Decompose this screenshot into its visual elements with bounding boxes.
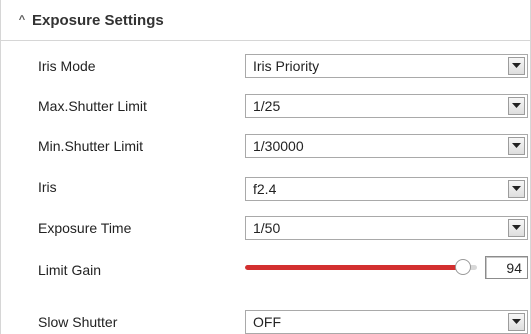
iris-select[interactable]: f2.4 [245, 177, 528, 201]
iris-value: f2.4 [253, 181, 277, 197]
min-shutter-label: Min.Shutter Limit [38, 138, 144, 154]
iris-row: Iris f2.4 [1, 175, 530, 201]
exposure-settings-panel: ^ Exposure Settings Iris Mode Iris Prior… [0, 0, 531, 334]
slow-shutter-label: Slow Shutter [38, 314, 118, 330]
dropdown-arrow-icon[interactable] [508, 180, 525, 198]
max-shutter-row: Max.Shutter Limit 1/25 [1, 94, 530, 120]
dropdown-arrow-icon[interactable] [508, 57, 525, 75]
dropdown-arrow-icon[interactable] [508, 313, 525, 331]
min-shutter-value: 1/30000 [253, 138, 304, 154]
max-shutter-label: Max.Shutter Limit [38, 98, 147, 114]
max-shutter-select[interactable]: 1/25 [245, 94, 528, 118]
min-shutter-select[interactable]: 1/30000 [245, 134, 528, 158]
iris-mode-value: Iris Priority [253, 58, 320, 74]
slider-fill [245, 265, 464, 270]
max-shutter-value: 1/25 [253, 98, 281, 114]
limit-gain-slider[interactable] [245, 256, 481, 280]
exposure-time-label: Exposure Time [38, 220, 132, 236]
iris-mode-label: Iris Mode [38, 58, 96, 74]
min-shutter-row: Min.Shutter Limit 1/30000 [1, 134, 530, 160]
slider-track[interactable] [245, 265, 477, 270]
slow-shutter-select[interactable]: OFF [245, 310, 528, 334]
exposure-time-value: 1/50 [253, 220, 281, 236]
exposure-time-row: Exposure Time 1/50 [1, 216, 530, 242]
limit-gain-label: Limit Gain [38, 262, 102, 278]
dropdown-arrow-icon[interactable] [508, 137, 525, 155]
iris-label: Iris [38, 179, 57, 195]
slider-thumb[interactable] [455, 259, 472, 275]
iris-mode-row: Iris Mode Iris Priority [1, 54, 530, 80]
section-header[interactable]: ^ Exposure Settings [1, 0, 530, 41]
iris-mode-select[interactable]: Iris Priority [245, 54, 528, 78]
exposure-time-select[interactable]: 1/50 [245, 216, 528, 240]
slow-shutter-row: Slow Shutter OFF [1, 308, 530, 334]
section-title: Exposure Settings [32, 11, 164, 29]
limit-gain-input[interactable] [485, 256, 528, 279]
dropdown-arrow-icon[interactable] [508, 97, 525, 115]
slow-shutter-value: OFF [253, 314, 281, 330]
chevron-up-icon[interactable]: ^ [15, 14, 29, 26]
limit-gain-row: Limit Gain [1, 256, 530, 282]
dropdown-arrow-icon[interactable] [508, 219, 525, 237]
